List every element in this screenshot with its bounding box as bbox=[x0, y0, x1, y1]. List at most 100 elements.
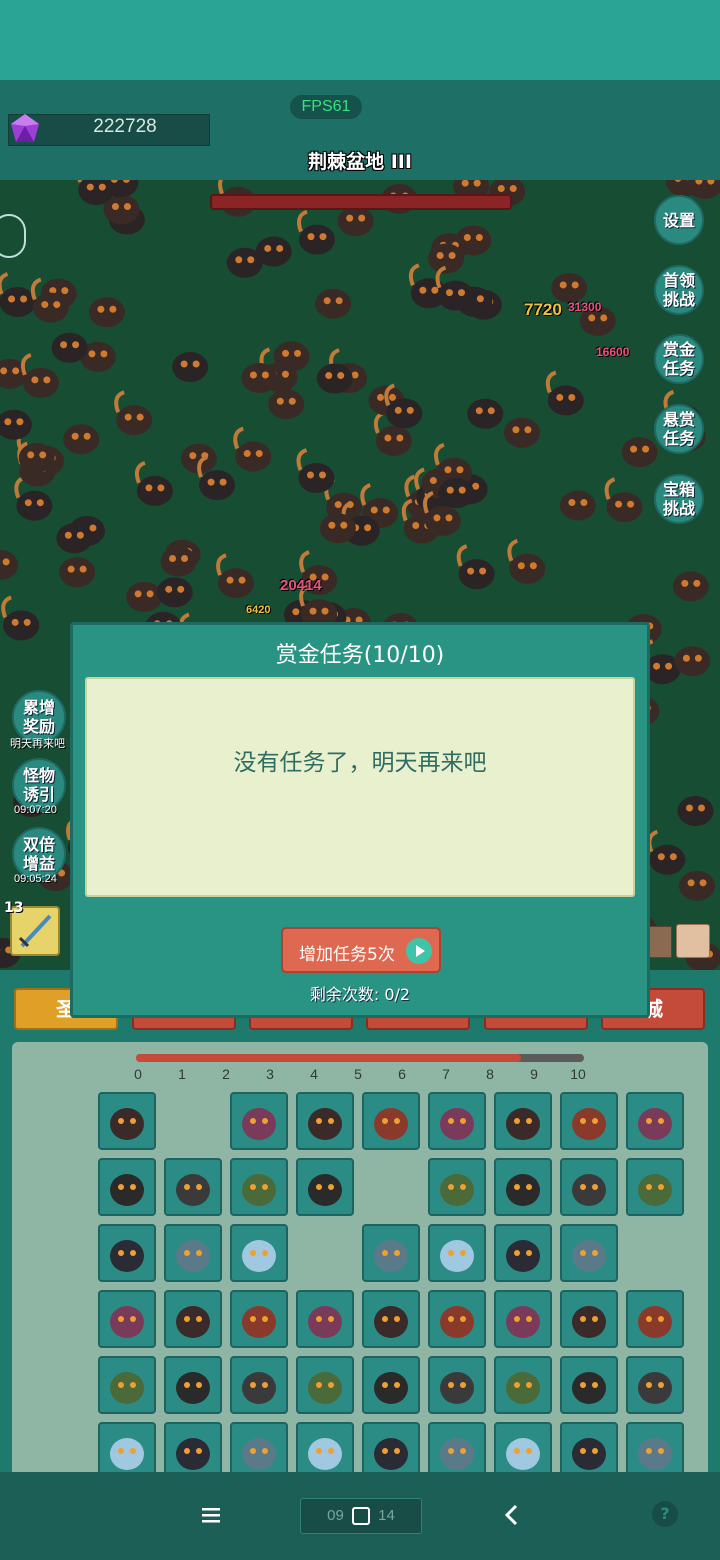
nav-clock-tail: 14 bbox=[378, 1507, 395, 1524]
monster-cell[interactable] bbox=[560, 1290, 618, 1348]
monster-cell[interactable] bbox=[560, 1158, 618, 1216]
monster-cell[interactable] bbox=[362, 1092, 420, 1150]
settings-button[interactable]: 设置 bbox=[654, 195, 704, 245]
monster-cell[interactable] bbox=[164, 1290, 222, 1348]
monster bbox=[435, 265, 474, 311]
monster-icon bbox=[110, 1438, 144, 1470]
monster-cell[interactable] bbox=[362, 1356, 420, 1414]
monster bbox=[319, 513, 356, 544]
monster-cell[interactable] bbox=[362, 1224, 420, 1282]
monster-cell[interactable] bbox=[296, 1290, 354, 1348]
monster bbox=[559, 490, 596, 521]
monster-icon bbox=[572, 1438, 606, 1470]
monster-cell[interactable] bbox=[98, 1290, 156, 1348]
monster-icon bbox=[374, 1306, 408, 1338]
monster-cell[interactable] bbox=[230, 1092, 288, 1150]
monster-icon bbox=[440, 1240, 474, 1272]
monster bbox=[686, 180, 720, 200]
monster-cell[interactable] bbox=[560, 1356, 618, 1414]
monster bbox=[63, 424, 100, 455]
level-tick: 2 bbox=[222, 1066, 230, 1082]
boss-challenge-label: 首领 挑战 bbox=[662, 271, 695, 309]
monster-icon bbox=[506, 1438, 540, 1470]
item-slot[interactable] bbox=[676, 924, 710, 958]
monster-icon bbox=[176, 1306, 210, 1338]
help-icon[interactable]: ? bbox=[652, 1501, 678, 1527]
monster bbox=[1, 595, 40, 641]
monster-cell[interactable] bbox=[230, 1224, 288, 1282]
monster-cell[interactable] bbox=[296, 1356, 354, 1414]
level-tick: 10 bbox=[570, 1066, 586, 1082]
monster-icon bbox=[440, 1438, 474, 1470]
monster-icon bbox=[242, 1438, 276, 1470]
monster-cell[interactable] bbox=[428, 1224, 486, 1282]
monster-icon bbox=[440, 1306, 474, 1338]
monster bbox=[88, 297, 125, 328]
monster-cell[interactable] bbox=[626, 1356, 684, 1414]
monster bbox=[545, 370, 584, 416]
gem-count: 222728 bbox=[93, 116, 157, 137]
monster-cell[interactable] bbox=[296, 1092, 354, 1150]
monster bbox=[160, 546, 197, 577]
reward-task-label: 悬赏 任务 bbox=[662, 410, 695, 448]
monster-cell[interactable] bbox=[428, 1092, 486, 1150]
monster bbox=[503, 417, 540, 448]
monster-icon bbox=[176, 1372, 210, 1404]
monster-cell[interactable] bbox=[164, 1158, 222, 1216]
monster-lure-label: 怪物 诱引 bbox=[22, 766, 55, 804]
monster-cell[interactable] bbox=[560, 1224, 618, 1282]
accumulate-reward-label: 累增 奖励 bbox=[22, 698, 55, 736]
bounty-task-dialog: 赏金任务(10/10) 没有任务了，明天再来吧 增加任务5次 剩余次数: 0/2 bbox=[70, 622, 650, 1018]
monster-cell[interactable] bbox=[98, 1158, 156, 1216]
monster-cell[interactable] bbox=[428, 1356, 486, 1414]
monster-cell[interactable] bbox=[164, 1224, 222, 1282]
level-tick: 4 bbox=[310, 1066, 318, 1082]
menu-icon[interactable] bbox=[200, 1504, 222, 1530]
monster-cell[interactable] bbox=[494, 1356, 552, 1414]
item-slot[interactable] bbox=[648, 926, 672, 958]
monster-cell[interactable] bbox=[494, 1290, 552, 1348]
monster-cell[interactable] bbox=[626, 1092, 684, 1150]
play-video-icon bbox=[406, 938, 432, 964]
monster-cell[interactable] bbox=[560, 1092, 618, 1150]
monster-cell[interactable] bbox=[428, 1290, 486, 1348]
back-icon[interactable] bbox=[500, 1502, 524, 1532]
monster bbox=[51, 332, 88, 363]
double-boost-timer: 09:05:24 bbox=[14, 873, 57, 885]
monster bbox=[337, 206, 374, 237]
monster-cell[interactable] bbox=[98, 1092, 156, 1150]
home-icon[interactable] bbox=[352, 1507, 370, 1526]
monster-cell[interactable] bbox=[494, 1224, 552, 1282]
monster-cell[interactable] bbox=[362, 1290, 420, 1348]
add-task-button[interactable]: 增加任务5次 bbox=[281, 927, 441, 973]
level-tick: 0 bbox=[134, 1066, 142, 1082]
monster bbox=[551, 272, 588, 303]
monster-cell[interactable] bbox=[230, 1158, 288, 1216]
monster-icon bbox=[242, 1108, 276, 1140]
monster-cell[interactable] bbox=[428, 1158, 486, 1216]
boss-challenge-button[interactable]: 首领 挑战 bbox=[654, 265, 704, 315]
monster-cell[interactable] bbox=[494, 1092, 552, 1150]
monster-cell[interactable] bbox=[230, 1356, 288, 1414]
monster-cell[interactable] bbox=[626, 1290, 684, 1348]
monster-cell[interactable] bbox=[494, 1158, 552, 1216]
monster-cell[interactable] bbox=[98, 1224, 156, 1282]
monster-cell[interactable] bbox=[98, 1356, 156, 1414]
monster-icon bbox=[176, 1240, 210, 1272]
level-tick: 6 bbox=[398, 1066, 406, 1082]
monster-cell[interactable] bbox=[296, 1158, 354, 1216]
monster-icon bbox=[374, 1438, 408, 1470]
bounty-task-button[interactable]: 赏金 任务 bbox=[654, 334, 704, 384]
monster-cell[interactable] bbox=[164, 1356, 222, 1414]
accumulate-reward-status: 明天再来吧 bbox=[10, 738, 65, 750]
reward-task-button[interactable]: 悬赏 任务 bbox=[654, 404, 704, 454]
monster-cell[interactable] bbox=[626, 1158, 684, 1216]
monster-icon bbox=[572, 1372, 606, 1404]
stage-name: 荆棘盆地 III bbox=[308, 151, 412, 173]
chest-challenge-button[interactable]: 宝箱 挑战 bbox=[654, 474, 704, 524]
monster-icon bbox=[638, 1306, 672, 1338]
monster-icon bbox=[242, 1372, 276, 1404]
level-progress-fill bbox=[136, 1054, 522, 1062]
monster-icon bbox=[308, 1174, 342, 1206]
monster-cell[interactable] bbox=[230, 1290, 288, 1348]
